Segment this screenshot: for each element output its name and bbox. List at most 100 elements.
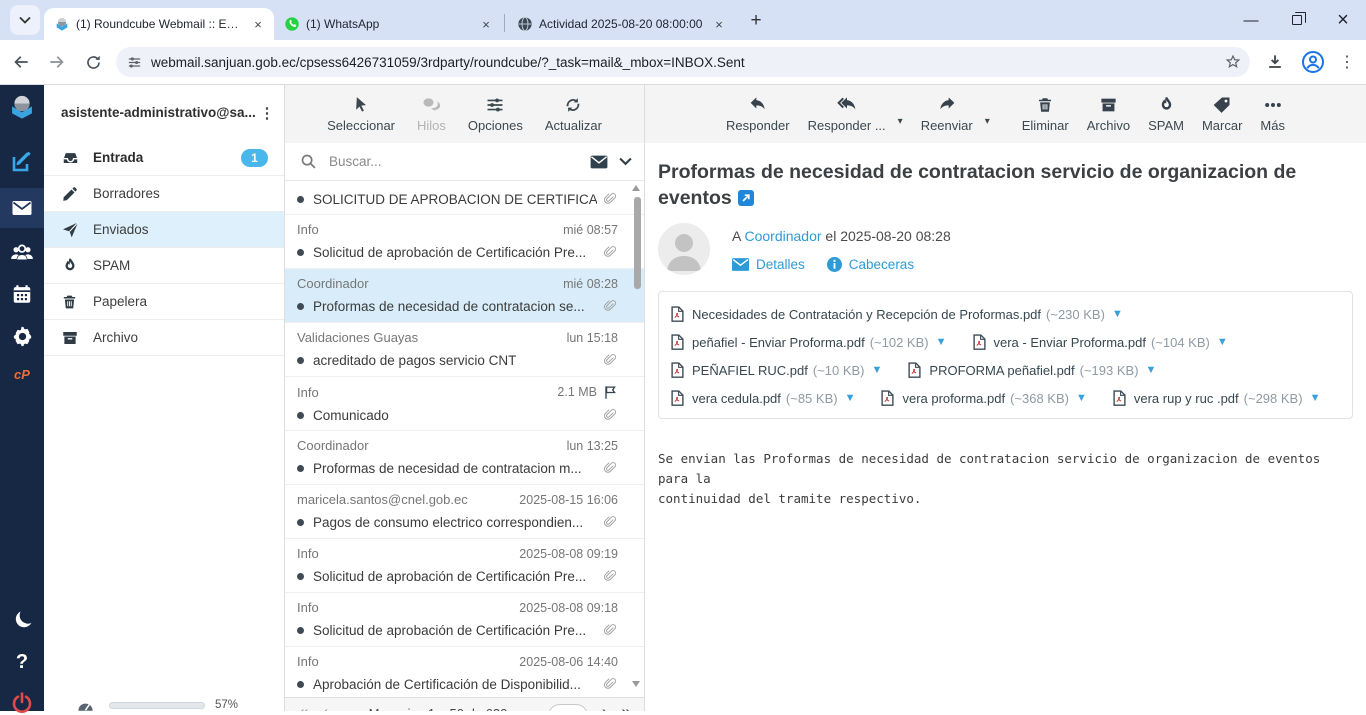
first-page-button[interactable]: «	[299, 704, 308, 711]
folder-enviados[interactable]: Enviados	[44, 212, 284, 248]
attachment-item[interactable]: vera cedula.pdf (~85 KB) ▼	[671, 390, 855, 406]
reply-all-button[interactable]: Responder ...	[808, 95, 886, 133]
back-button[interactable]	[6, 47, 36, 77]
tab-actividad[interactable]: Actividad 2025-08-20 08:00:00 ×	[507, 8, 735, 40]
attachment-menu-caret[interactable]: ▼	[1112, 308, 1123, 320]
tab-search-button[interactable]	[10, 5, 40, 35]
downloads-button[interactable]	[1260, 47, 1290, 77]
attachment-item[interactable]: vera proforma.pdf (~368 KB) ▼	[881, 390, 1086, 406]
status-dot	[297, 519, 304, 526]
headers-toggle[interactable]: Cabeceras	[827, 257, 914, 272]
message-sender: Info	[297, 546, 511, 561]
profile-avatar-button[interactable]	[1298, 47, 1328, 77]
attachment-menu-caret[interactable]: ▼	[845, 392, 856, 404]
search-options-chevron-icon[interactable]	[619, 157, 632, 166]
forward-button-mail[interactable]: Reenviar	[921, 95, 973, 133]
attachment-menu-caret[interactable]: ▼	[1217, 336, 1228, 348]
rail-mail-button[interactable]	[0, 196, 44, 220]
last-page-button[interactable]: »	[622, 704, 631, 711]
window-minimize-button[interactable]: —	[1228, 0, 1274, 40]
paperclip-icon	[603, 352, 618, 368]
folder-papelera[interactable]: Papelera	[44, 284, 284, 320]
reply-all-menu-caret[interactable]: ▾	[898, 116, 903, 127]
message-list-item[interactable]: Info 2025-08-06 14:40 Aprobación de Cert…	[285, 647, 644, 701]
reply-button[interactable]: Responder	[726, 95, 790, 133]
scrollbar-up-arrow[interactable]	[632, 185, 640, 191]
attachment-menu-caret[interactable]: ▼	[1146, 364, 1157, 376]
attachment-menu-caret[interactable]: ▼	[1076, 392, 1087, 404]
options-button[interactable]: Opciones	[468, 95, 523, 133]
forward-button[interactable]	[42, 47, 72, 77]
search-scope-mail-icon[interactable]	[589, 154, 609, 170]
attachment-item[interactable]: vera - Enviar Proforma.pdf (~104 KB) ▼	[973, 334, 1228, 350]
attachment-item[interactable]: PROFORMA peñafiel.pdf (~193 KB) ▼	[908, 362, 1156, 378]
message-list-item[interactable]: SOLICITUD DE APROBACION DE CERTIFICA...	[285, 181, 644, 215]
profile-avatar-icon	[1301, 50, 1325, 74]
message-list-item[interactable]: Validaciones Guayas lun 15:18 acreditado…	[285, 323, 644, 377]
message-list-item[interactable]: Coordinador lun 13:25 Proformas de neces…	[285, 431, 644, 485]
message-list-item[interactable]: Info 2025-08-08 09:18 Solicitud de aprob…	[285, 593, 644, 647]
rail-logout-button[interactable]	[0, 691, 44, 715]
details-toggle[interactable]: Detalles	[732, 257, 805, 272]
attachment-item[interactable]: PEÑAFIEL RUC.pdf (~10 KB) ▼	[671, 362, 882, 378]
browser-menu-button[interactable]: ⋮	[1336, 47, 1358, 77]
bookmark-star-icon[interactable]	[1224, 53, 1242, 71]
rail-contacts-button[interactable]	[0, 240, 44, 266]
archive-button[interactable]: Archivo	[1087, 95, 1130, 133]
forward-mail-icon	[935, 95, 959, 115]
scrollbar-thumb[interactable]	[634, 197, 641, 289]
mark-button[interactable]: Marcar	[1202, 95, 1242, 133]
tab-close-icon[interactable]: ×	[250, 16, 266, 32]
open-in-new-window-icon[interactable]	[738, 190, 754, 206]
rail-settings-button[interactable]	[0, 325, 44, 348]
window-restore-button[interactable]	[1274, 0, 1320, 40]
attachment-menu-caret[interactable]: ▼	[1310, 392, 1321, 404]
tab-close-icon[interactable]: ×	[711, 16, 727, 32]
message-date: 2025-08-08 09:19	[519, 547, 618, 561]
message-list-item[interactable]: Info 2025-08-08 09:19 Solicitud de aprob…	[285, 539, 644, 593]
page-number-input[interactable]	[548, 704, 588, 711]
recipient-link[interactable]: Coordinador	[744, 228, 821, 244]
message-sender: Info	[297, 654, 511, 669]
next-page-button[interactable]: ›	[602, 704, 608, 711]
tab-whatsapp[interactable]: (1) WhatsApp ×	[274, 8, 502, 40]
rail-compose-button[interactable]	[0, 150, 44, 174]
threads-button[interactable]: Hilos	[417, 95, 446, 133]
message-list-item[interactable]: Info 2.1 MB Comunicado	[285, 377, 644, 431]
attachment-item[interactable]: Necesidades de Contratación y Recepción …	[671, 306, 1123, 322]
spam-button[interactable]: SPAM	[1148, 95, 1184, 133]
account-menu-button[interactable]: ⋮	[258, 104, 276, 122]
tab-roundcube[interactable]: (1) Roundcube Webmail :: Envia ×	[44, 8, 274, 40]
folder-borradores[interactable]: Borradores	[44, 176, 284, 212]
rail-calendar-button[interactable]	[0, 283, 44, 305]
refresh-icon	[563, 95, 583, 115]
scrollbar-down-arrow[interactable]	[632, 681, 640, 687]
attachment-menu-caret[interactable]: ▼	[872, 364, 883, 376]
message-list-item[interactable]: maricela.santos@cnel.gob.ec 2025-08-15 1…	[285, 485, 644, 539]
prev-page-button[interactable]: ‹	[322, 704, 328, 711]
search-input[interactable]	[327, 153, 589, 170]
attachment-menu-caret[interactable]: ▼	[936, 336, 947, 348]
roundcube-logo[interactable]	[0, 93, 44, 121]
folder-entrada[interactable]: Entrada 1	[44, 140, 284, 176]
attachment-item[interactable]: vera rup y ruc .pdf (~298 KB) ▼	[1113, 390, 1321, 406]
rail-darkmode-button[interactable]	[0, 609, 44, 631]
more-button[interactable]: Más	[1260, 95, 1285, 133]
delete-button[interactable]: Eliminar	[1022, 95, 1069, 133]
attachment-item[interactable]: peñafiel - Enviar Proforma.pdf (~102 KB)…	[671, 334, 947, 350]
message-list-item[interactable]: Info mié 08:57 Solicitud de aprobación d…	[285, 215, 644, 269]
rail-help-button[interactable]: ?	[0, 651, 44, 674]
folder-archivo[interactable]: Archivo	[44, 320, 284, 356]
message-list-item[interactable]: Coordinador mié 08:28 Proformas de neces…	[285, 269, 644, 323]
new-tab-button[interactable]: +	[743, 8, 769, 34]
rail-cpanel-button[interactable]: cP	[0, 367, 44, 382]
window-close-button[interactable]: ×	[1320, 0, 1366, 40]
tab-close-icon[interactable]: ×	[478, 16, 494, 32]
url-field[interactable]: webmail.sanjuan.gob.ec/cpsess6426731059/…	[116, 47, 1250, 77]
folder-spam[interactable]: SPAM	[44, 248, 284, 284]
forward-menu-caret[interactable]: ▾	[985, 116, 990, 127]
account-header[interactable]: asistente-administrativo@sa... ⋮	[44, 85, 284, 140]
refresh-button[interactable]: Actualizar	[545, 95, 602, 133]
reload-button[interactable]	[78, 47, 108, 77]
select-button[interactable]: Seleccionar	[327, 95, 395, 133]
